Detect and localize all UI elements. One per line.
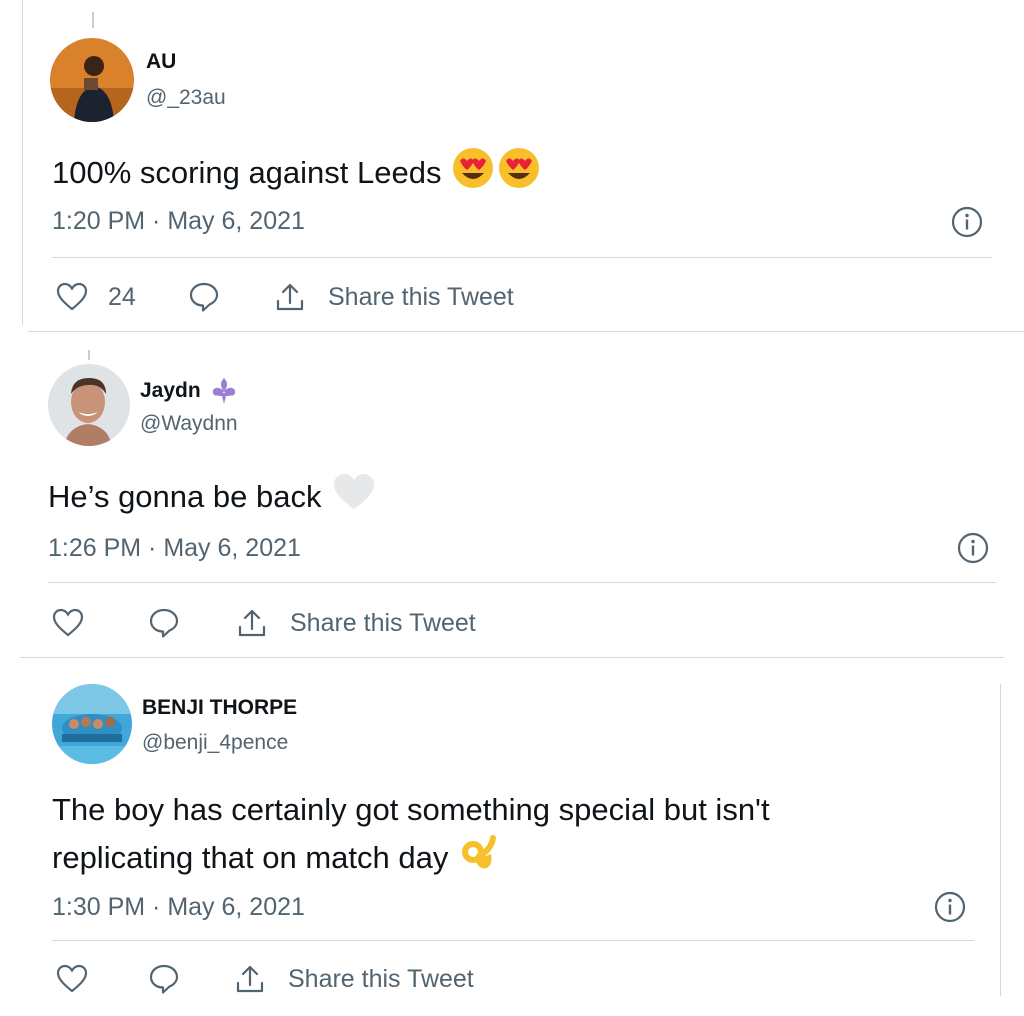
card-edge [20, 657, 1004, 658]
divider [48, 582, 996, 583]
share-label: Share this Tweet [288, 964, 474, 993]
tweet-text-content: 100% scoring against Leeds [52, 155, 442, 190]
ok-hand-emoji-icon [457, 832, 499, 886]
heart-icon [56, 282, 88, 311]
heart-icon [56, 964, 88, 993]
reply-icon [149, 608, 179, 638]
like-button[interactable]: 24 [56, 280, 136, 314]
tweet-text-line: The boy has certainly got something spec… [52, 792, 770, 827]
reply-button[interactable] [148, 607, 180, 639]
info-icon[interactable] [956, 531, 990, 565]
like-button[interactable] [52, 606, 84, 640]
handle[interactable]: @_23au [146, 86, 226, 110]
card-edge [22, 0, 23, 325]
handle[interactable]: @benji_4pence [142, 731, 288, 755]
tweet-text: 100% scoring against Leeds [52, 145, 542, 201]
divider [52, 257, 992, 258]
reply-button[interactable] [148, 963, 180, 995]
info-icon[interactable] [950, 205, 984, 239]
share-icon [238, 609, 266, 637]
card-edge [88, 350, 90, 360]
reply-button[interactable] [188, 281, 220, 313]
tweet-text-line-with-emoji: replicating that on match day [52, 832, 770, 886]
heart-icon [52, 608, 84, 637]
share-button[interactable]: Share this Tweet [236, 606, 476, 640]
share-label: Share this Tweet [328, 282, 514, 311]
info-icon[interactable] [933, 890, 967, 924]
display-name[interactable]: BENJI THORPE [142, 696, 297, 720]
share-icon [276, 283, 304, 311]
timestamp[interactable]: 1:20 PM · May 6, 2021 [52, 207, 305, 236]
tweet-text: He’s gonna be back [48, 471, 378, 525]
like-button[interactable] [56, 962, 88, 996]
share-button[interactable]: Share this Tweet [274, 280, 514, 314]
timestamp[interactable]: 1:26 PM · May 6, 2021 [48, 534, 301, 563]
like-count: 24 [108, 282, 136, 311]
timestamp[interactable]: 1:30 PM · May 6, 2021 [52, 893, 305, 922]
heart-eyes-emoji-icon [496, 145, 542, 201]
fleur-de-lis-icon [209, 376, 239, 406]
display-name[interactable]: Jaydn [140, 376, 239, 406]
reply-icon [189, 282, 219, 312]
display-name-text: Jaydn [140, 379, 201, 402]
white-heart-emoji-icon [330, 471, 378, 525]
avatar[interactable] [52, 684, 132, 764]
card-edge [1000, 684, 1001, 996]
share-button[interactable]: Share this Tweet [234, 962, 474, 996]
avatar[interactable] [50, 38, 134, 122]
display-name[interactable]: AU [146, 50, 176, 74]
avatar[interactable] [48, 364, 130, 446]
tweet-text-content: replicating that on match day [52, 840, 449, 875]
reply-icon [149, 964, 179, 994]
share-icon [236, 965, 264, 993]
handle[interactable]: @Waydnn [140, 412, 238, 436]
card-edge [92, 12, 94, 28]
heart-eyes-emoji-icon [450, 145, 496, 201]
share-label: Share this Tweet [290, 608, 476, 637]
tweet-text: The boy has certainly got something spec… [52, 788, 770, 886]
card-edge [28, 331, 1024, 332]
divider [52, 940, 974, 941]
tweet-text-content: He’s gonna be back [48, 479, 322, 514]
